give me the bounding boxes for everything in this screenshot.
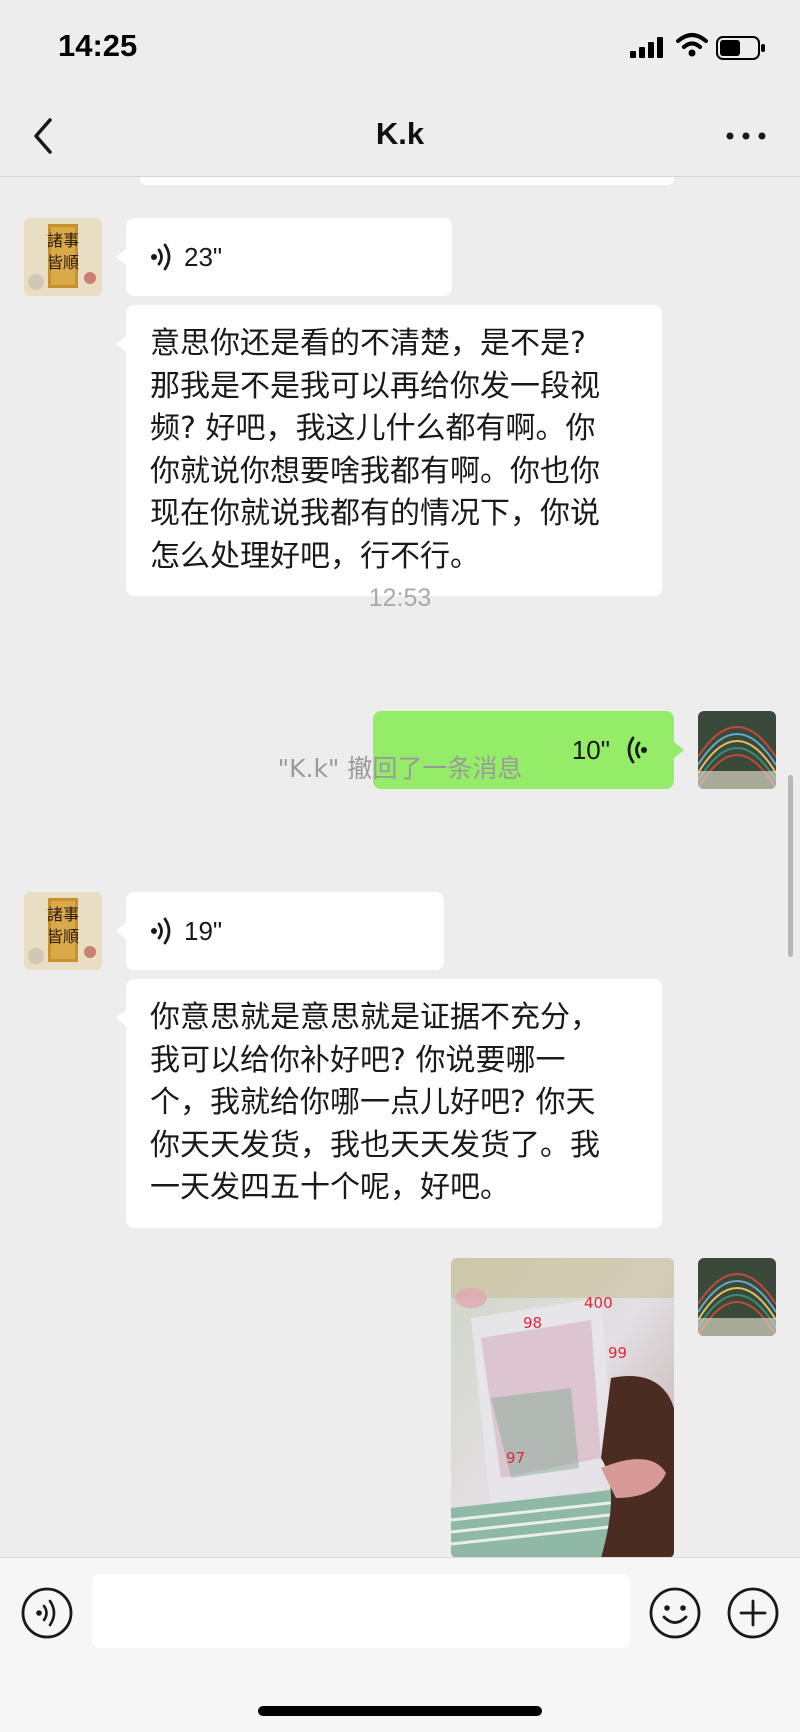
chat-title: K.k — [375, 116, 425, 151]
status-time: 14:25 — [58, 28, 138, 63]
message-timestamp: 12:53 — [368, 584, 432, 612]
text-message[interactable]: 意思你还是看的不清楚，是不是? 那我是不是我可以再给你发一段视 频? 好吧，我这… — [116, 305, 662, 596]
message-line: 我可以给你补好吧? 你说要哪一 — [150, 1042, 566, 1078]
bubble-tail — [116, 922, 127, 940]
message-line: 你天天发货，我也天天发货了。我 — [150, 1127, 600, 1163]
contact-avatar[interactable]: 諸事 皆順 — [24, 218, 102, 296]
message-line: 你就说你想要啥我都有啊。你也你 — [150, 453, 600, 489]
my-avatar[interactable] — [698, 1258, 776, 1336]
status-bar: 14:25 — [0, 0, 800, 96]
previous-message-edge — [140, 177, 674, 185]
signal-icon — [630, 37, 663, 58]
more-actions-button[interactable] — [726, 1586, 780, 1640]
chat-header: K.k — [0, 96, 800, 177]
svg-text:皆順: 皆順 — [47, 253, 79, 272]
voice-message[interactable]: 23" — [116, 218, 452, 296]
avatar-image: 諸事 皆順 — [24, 218, 102, 296]
input-bar — [0, 1557, 800, 1732]
banknotes-photo: 98 400 99 97 — [451, 1258, 674, 1557]
contact-avatar[interactable]: 諸事 皆順 — [24, 892, 102, 970]
voice-input-toggle[interactable] — [20, 1586, 74, 1640]
plus-icon — [727, 1587, 779, 1639]
image-label: 97 — [506, 1449, 525, 1467]
message-input[interactable] — [92, 1574, 630, 1648]
emoji-button[interactable] — [648, 1586, 702, 1640]
message-line: 那我是不是我可以再给你发一段视 — [150, 368, 600, 404]
message-line: 频? 好吧，我这儿什么都有啊。你 — [150, 411, 596, 446]
image-message[interactable]: 98 400 99 97 — [451, 1258, 674, 1557]
image-label: 98 — [523, 1314, 542, 1332]
message-line: 个，我就给你哪一点儿好吧? 你天 — [150, 1085, 596, 1120]
bubble-tail — [116, 1009, 127, 1027]
avatar-image — [698, 1258, 776, 1336]
voice-duration: 19" — [184, 915, 223, 946]
bubble-tail — [116, 335, 127, 353]
text-message[interactable]: 你意思就是意思就是证据不充分， 我可以给你补好吧? 你说要哪一 个，我就给你哪一… — [116, 979, 662, 1228]
bubble-tail — [116, 248, 127, 266]
voice-message[interactable]: 19" — [116, 892, 444, 970]
smiley-icon — [649, 1587, 701, 1639]
scrollbar[interactable] — [788, 775, 793, 957]
voice-duration: 23" — [184, 241, 223, 272]
message-line: 你意思就是意思就是证据不充分， — [150, 1000, 600, 1035]
wifi-icon — [676, 33, 708, 57]
message-list[interactable]: 諸事 皆順 23" 意思你还是看的不清楚，是不是? 那我是不是我可以再给你发一段… — [0, 177, 800, 1557]
more-button[interactable] — [720, 116, 772, 156]
svg-text:諸事: 諸事 — [47, 231, 79, 250]
avatar-image: 諸事 皆順 — [24, 892, 102, 970]
svg-text:諸事: 諸事 — [47, 905, 79, 924]
voice-wave-icon — [151, 917, 171, 945]
image-label: 99 — [608, 1344, 627, 1362]
battery-icon — [716, 36, 765, 60]
message-line: 意思你还是看的不清楚，是不是? — [150, 326, 586, 361]
recall-notice: "K.k" 撤回了一条消息 — [277, 754, 523, 783]
more-dots-icon — [726, 132, 766, 140]
message-line: 现在你就说我都有的情况下，你说 — [150, 496, 600, 531]
svg-text:皆順: 皆順 — [47, 927, 79, 946]
message-line: 怎么处理好吧，行不行。 — [150, 538, 480, 574]
home-indicator[interactable] — [258, 1706, 542, 1716]
image-label: 400 — [584, 1294, 613, 1312]
message-line: 一天发四五十个呢，好吧。 — [150, 1170, 510, 1205]
voice-mode-icon — [21, 1587, 73, 1639]
voice-wave-icon — [151, 243, 171, 271]
